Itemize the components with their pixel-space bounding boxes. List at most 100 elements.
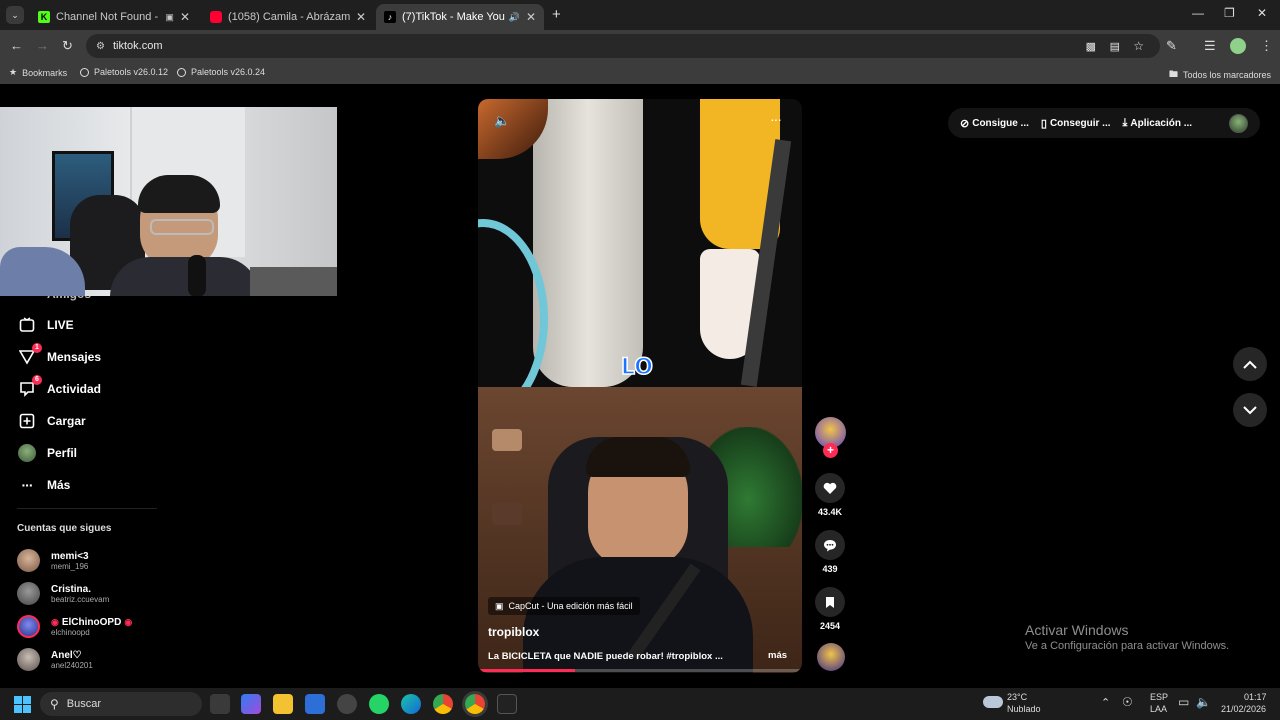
back-icon[interactable]: ← — [10, 38, 23, 53]
browser-tab-youtube[interactable]: (1058) Camila - Abrázame - You ✕ — [202, 4, 374, 30]
clock-date: 21/02/2026 — [1221, 704, 1267, 714]
following-item[interactable]: Cristina. beatriz.ccuevam — [17, 582, 109, 605]
caption-word: LO — [620, 354, 653, 381]
following-item[interactable]: ◉ ElChinoOPD ◉ elchinoopd — [17, 615, 132, 638]
file-explorer-icon[interactable] — [273, 694, 293, 714]
bookmark-item[interactable]: Paletools v26.0.12 — [80, 67, 168, 77]
clock-time[interactable]: 01:17 — [1244, 692, 1267, 702]
next-video-button[interactable] — [1233, 393, 1267, 427]
sidebar-item-label: Perfil — [47, 446, 78, 460]
live-badge-icon: ◉ — [51, 616, 59, 627]
microphone — [188, 255, 206, 296]
sidebar-item-live[interactable]: LIVE — [18, 316, 74, 334]
close-window-icon[interactable]: ✕ — [1257, 6, 1267, 20]
user-avatar[interactable] — [1229, 114, 1248, 133]
media-control-icon[interactable]: ☰ — [1204, 38, 1216, 54]
network-icon[interactable]: ☉ — [1122, 695, 1133, 709]
edge-icon[interactable] — [401, 694, 421, 714]
bookmark-action[interactable]: 2454 — [814, 587, 846, 631]
sidebar-item-messages[interactable]: 1 Mensajes — [18, 343, 101, 366]
url-text: tiktok.com — [112, 40, 163, 52]
windows-start-icon[interactable] — [14, 696, 31, 713]
new-tab-button[interactable]: + — [552, 6, 561, 23]
whatsapp-icon[interactable] — [369, 694, 389, 714]
get-coins-button[interactable]: ⊘ Consigue ... — [960, 117, 1029, 130]
see-more-button[interactable]: más — [768, 650, 787, 661]
volume-icon[interactable]: 🔈 — [494, 113, 510, 129]
options-icon[interactable]: ··· — [770, 111, 782, 127]
epic-games-icon[interactable] — [497, 694, 517, 714]
bookmark-icon[interactable] — [815, 587, 845, 617]
install-app-icon[interactable]: ▤ — [1110, 40, 1120, 53]
monitor-icon[interactable]: ▭ — [1178, 695, 1189, 709]
follow-button[interactable]: + — [823, 443, 838, 458]
avatar — [17, 582, 40, 605]
activation-title: Activar Windows — [1025, 622, 1129, 638]
minimize-icon[interactable]: — — [1192, 6, 1204, 20]
profile-avatar[interactable] — [1230, 38, 1246, 54]
tab-search-button[interactable]: ⌄ — [6, 6, 24, 24]
close-icon[interactable]: ✕ — [526, 10, 536, 24]
sidebar-item-upload[interactable]: Cargar — [18, 412, 86, 430]
weather-temp[interactable]: 23°C — [1007, 692, 1027, 702]
comment-action[interactable]: 439 — [814, 530, 846, 574]
translate-icon[interactable]: ▩ — [1086, 40, 1096, 53]
extensions-icon[interactable]: ✎ — [1166, 38, 1177, 54]
menu-icon[interactable]: ⋮ — [1260, 38, 1273, 54]
comment-icon[interactable] — [815, 530, 845, 560]
site-info-icon[interactable]: ⚙ — [96, 41, 105, 52]
forward-icon[interactable]: → — [36, 38, 49, 53]
chrome-active-icon[interactable] — [465, 694, 485, 714]
copilot-icon[interactable] — [241, 694, 261, 714]
profile-icon — [18, 444, 36, 462]
chevron-up-icon[interactable]: ⌃ — [1101, 696, 1110, 709]
video-player[interactable]: 🔈 ··· LO ▣ CapCut - Una edición más fáci… — [478, 99, 802, 673]
reload-icon[interactable]: ↻ — [62, 38, 73, 54]
address-bar[interactable]: ⚙ tiktok.com ▩ ▤ ☆ — [86, 34, 1160, 58]
task-view-icon[interactable] — [210, 694, 230, 714]
sidebar-item-label: Actividad — [47, 382, 102, 396]
browser-tab-kick[interactable]: K Channel Not Found - Kick S ▣ ✕ — [30, 4, 198, 30]
get-app-button[interactable]: ▯ Conseguir ... — [1041, 117, 1111, 130]
speaker-icon[interactable]: 🔈 — [1196, 695, 1211, 709]
activation-subtitle: Ve a Configuración para activar Windows. — [1025, 640, 1230, 652]
following-item[interactable]: memi<3 memi_196 — [17, 549, 89, 572]
messages-icon: 1 — [18, 343, 42, 366]
tab-title: (7)TikTok - Make Your Day — [402, 11, 505, 23]
video-author[interactable]: tropiblox — [488, 625, 539, 639]
bookmark-item[interactable]: ★ Bookmarks — [9, 67, 67, 78]
app-icon[interactable] — [337, 694, 357, 714]
browser-tab-tiktok[interactable]: ♪ (7)TikTok - Make Your Day 🔊 ✕ — [376, 4, 544, 30]
chevron-down-icon — [1243, 405, 1257, 414]
star-icon[interactable]: ☆ — [1133, 39, 1144, 53]
pill-label: Conseguir ... — [1049, 117, 1111, 129]
sidebar-item-label: LIVE — [47, 318, 74, 332]
sidebar-item-activity[interactable]: 6 Actividad — [18, 375, 102, 398]
close-icon[interactable]: ✕ — [356, 10, 366, 24]
progress-track[interactable] — [478, 669, 802, 672]
previous-video-button[interactable] — [1233, 347, 1267, 381]
following-item[interactable]: Anel♡ anel240201 — [17, 648, 93, 671]
effect-tag[interactable]: ▣ CapCut - Una edición más fácil — [488, 597, 640, 615]
chrome-icon[interactable] — [433, 694, 453, 714]
store-icon[interactable] — [305, 694, 325, 714]
language-top[interactable]: ESP — [1150, 692, 1168, 702]
video-description: La BICICLETA que NADIE puede robar! #tro… — [488, 651, 723, 662]
bookmark-label: Paletools v26.0.12 — [94, 67, 169, 77]
like-action[interactable]: 43.4K — [814, 473, 846, 517]
taskbar-search[interactable]: ⚲ Buscar — [40, 692, 202, 716]
music-disc[interactable] — [817, 643, 845, 671]
following-name: memi<3 — [51, 550, 89, 562]
audio-icon[interactable]: 🔊 — [509, 12, 520, 23]
bookmarks-bar: ★ Bookmarks Paletools v26.0.12 Paletools… — [0, 62, 1280, 84]
heart-icon[interactable] — [815, 473, 845, 503]
maximize-icon[interactable]: ❐ — [1224, 6, 1235, 20]
bookmark-item[interactable]: Paletools v26.0.24 — [177, 67, 265, 77]
all-bookmarks[interactable]: 🖿 Todos los marcadores — [1169, 67, 1271, 83]
close-icon[interactable]: ✕ — [180, 10, 190, 24]
header-actions: ⊘ Consigue ... ▯ Conseguir ... ⤓ Aplicac… — [948, 108, 1260, 138]
download-app-button[interactable]: ⤓ Aplicación ... — [1123, 117, 1193, 130]
like-count: 43.4K — [817, 507, 843, 517]
sidebar-item-profile[interactable]: Perfil — [18, 444, 77, 462]
sidebar-item-more[interactable]: ··· Más — [18, 476, 71, 494]
